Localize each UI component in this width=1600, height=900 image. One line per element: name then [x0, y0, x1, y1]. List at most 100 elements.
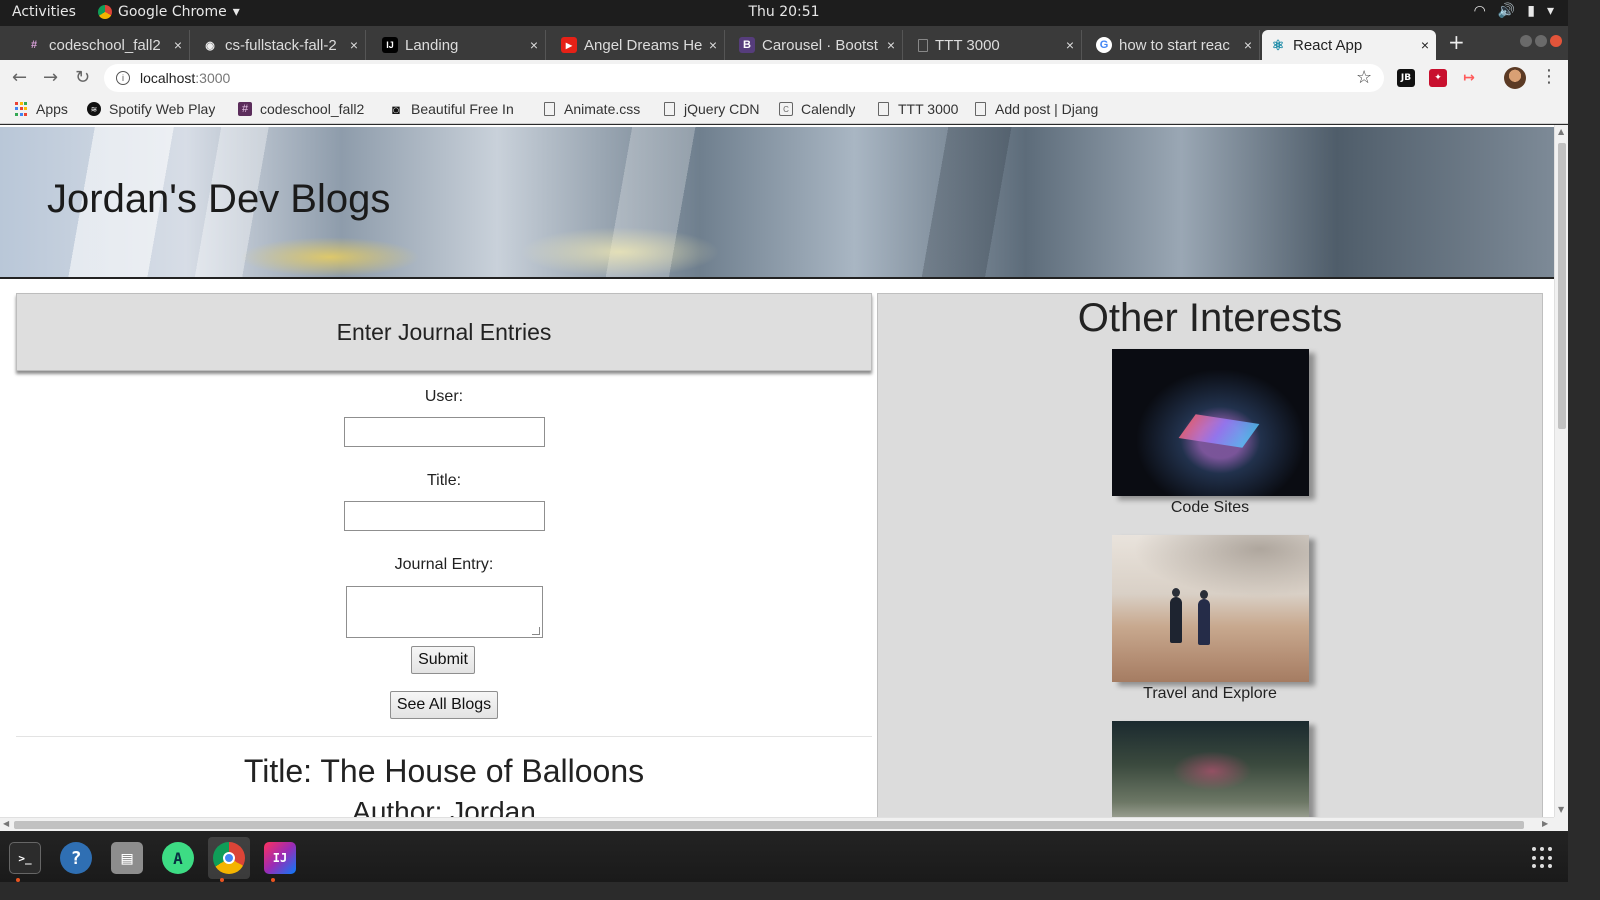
travel-explore-image[interactable] [1112, 535, 1309, 682]
hiker-figure [1198, 590, 1210, 645]
clock[interactable]: Thu 20:51 [0, 4, 1568, 20]
help-icon: ? [60, 842, 92, 874]
extension-icon[interactable]: ↦ [1460, 69, 1478, 87]
bookmark-codeschool[interactable]: # codeschool_fall2 [238, 101, 376, 117]
see-all-blogs-button[interactable]: See All Blogs [390, 691, 498, 719]
interest-image-3[interactable] [1112, 721, 1309, 817]
youtube-favicon-icon: ▶ [561, 37, 577, 53]
scroll-left-arrow-icon[interactable]: ◀ [3, 819, 9, 828]
tab-title: Landing [405, 36, 459, 54]
wifi-icon: ◠ [1473, 3, 1486, 19]
bookmark-unsplash[interactable]: ◙ Beautiful Free In [389, 101, 525, 117]
dock-android-studio[interactable]: A [157, 837, 199, 879]
document-icon [662, 102, 676, 116]
travel-explore-caption[interactable]: Travel and Explore [878, 685, 1542, 703]
title-input[interactable] [344, 501, 545, 531]
dock-chrome[interactable] [208, 837, 250, 882]
jetbrains-extension-icon[interactable]: JB [1397, 69, 1415, 87]
bookmark-label: Spotify Web Play [109, 101, 216, 117]
tab-close-icon[interactable]: × [1237, 37, 1259, 53]
github-favicon-icon: ◉ [205, 39, 215, 52]
bookmark-label: TTT 3000 [898, 101, 959, 117]
user-input[interactable] [344, 417, 545, 447]
window-close-button[interactable] [1550, 35, 1562, 47]
dock-help[interactable]: ? [55, 837, 97, 879]
other-interests-panel: Other Interests Code Sites Travel and Ex… [877, 293, 1543, 817]
submit-button[interactable]: Submit [411, 646, 475, 674]
back-button[interactable]: ← [12, 67, 27, 88]
bookmark-label: Calendly [801, 101, 856, 117]
dock-terminal[interactable]: >_ [4, 837, 46, 882]
battery-icon: ▮ [1527, 3, 1535, 19]
tab-title: React App [1293, 36, 1363, 54]
tab-github[interactable]: ◉ cs-fullstack-fall-2 × [194, 30, 366, 60]
dock-files[interactable]: ▤ [106, 837, 148, 879]
system-tray[interactable]: ◠ 🔊 ▮ ▾ [1474, 3, 1554, 19]
vertical-scroll-thumb[interactable] [1558, 143, 1566, 429]
reload-button[interactable]: ↻ [75, 67, 90, 88]
bookmark-star-icon[interactable]: ☆ [1356, 67, 1372, 88]
bookmark-apps[interactable]: Apps [14, 101, 68, 117]
tab-react-app[interactable]: ⚛ React App × [1262, 30, 1436, 60]
tab-close-icon[interactable]: × [880, 37, 902, 53]
bookmark-calendly[interactable]: C Calendly [779, 101, 855, 117]
tab-bootstrap-carousel[interactable]: B Carousel · Bootst × [731, 30, 903, 60]
hero-light-decoration [240, 237, 420, 277]
camera-icon: ◙ [392, 101, 400, 117]
tab-codeschool[interactable]: # codeschool_fall2 × [18, 30, 190, 60]
tab-close-icon[interactable]: × [1059, 37, 1081, 53]
tab-close-icon[interactable]: × [167, 37, 189, 53]
tab-google-search[interactable]: G how to start reac × [1088, 30, 1260, 60]
chrome-menu-icon[interactable]: ⋮ [1540, 66, 1558, 87]
dock-intellij[interactable]: IJ [259, 837, 301, 882]
tab-title: cs-fullstack-fall-2 [225, 36, 337, 54]
code-sites-image[interactable] [1112, 349, 1309, 496]
new-tab-button[interactable]: + [1448, 30, 1465, 54]
minimize-button[interactable] [1520, 35, 1532, 47]
tab-close-icon[interactable]: × [523, 37, 545, 53]
tab-close-icon[interactable]: × [1414, 37, 1436, 53]
bookmark-jquery-cdn[interactable]: jQuery CDN [662, 101, 759, 117]
forward-button[interactable]: → [43, 67, 58, 88]
page-viewport: Jordan's Dev Blogs Enter Journal Entries… [0, 125, 1568, 817]
horizontal-scroll-thumb[interactable] [14, 821, 1524, 829]
files-icon: ▤ [111, 842, 143, 874]
code-sites-caption[interactable]: Code Sites [878, 499, 1542, 517]
bookmark-animate-css[interactable]: Animate.css [542, 101, 640, 117]
running-indicator [220, 878, 224, 882]
extension-icon[interactable]: ✦ [1429, 69, 1447, 87]
tab-title: codeschool_fall2 [49, 36, 161, 54]
tab-ttt3000[interactable]: TTT 3000 × [910, 30, 1082, 60]
scroll-right-arrow-icon[interactable]: ▶ [1542, 819, 1548, 828]
show-applications-icon[interactable] [1532, 847, 1554, 869]
tab-landing[interactable]: IJ Landing × [374, 30, 546, 60]
volume-icon: 🔊 [1497, 3, 1516, 19]
intellij-icon: IJ [264, 842, 296, 874]
blog-entry-author: Author: Jordan [352, 796, 536, 817]
google-favicon-icon: G [1096, 37, 1112, 53]
tab-close-icon[interactable]: × [343, 37, 365, 53]
scroll-up-arrow-icon[interactable]: ▲ [1558, 127, 1564, 136]
tab-close-icon[interactable]: × [702, 37, 724, 53]
bookmark-label: Animate.css [564, 101, 641, 117]
horizontal-scrollbar[interactable]: ◀ ▶ [0, 817, 1554, 831]
react-favicon-icon: ⚛ [1271, 36, 1285, 53]
address-bar[interactable]: i localhost:3000 [104, 64, 1384, 92]
site-info-icon[interactable]: i [116, 71, 130, 85]
terminal-icon: >_ [9, 842, 41, 874]
apps-grid-icon [14, 102, 28, 116]
bookmark-spotify[interactable]: ≋ Spotify Web Play [87, 101, 223, 117]
scroll-down-arrow-icon[interactable]: ▼ [1558, 805, 1564, 814]
slack-favicon-icon: # [30, 39, 38, 51]
journal-form-panel: Enter Journal Entries User: Title: Journ… [16, 293, 872, 817]
journal-entry-textarea[interactable] [346, 586, 543, 638]
taskbar-dock: >_ ? ▤ A IJ [0, 831, 1568, 882]
bookmark-ttt3000[interactable]: TTT 3000 [876, 101, 958, 117]
tab-youtube[interactable]: ▶ Angel Dreams He × [553, 30, 725, 60]
bookmark-django-admin[interactable]: Add post | Djang [973, 101, 1107, 117]
vertical-scrollbar[interactable]: ▲ ▼ [1554, 125, 1568, 817]
interests-heading: Other Interests [1077, 296, 1343, 340]
maximize-button[interactable] [1535, 35, 1547, 47]
profile-avatar[interactable] [1504, 67, 1526, 89]
tab-title: how to start reac [1119, 36, 1230, 54]
